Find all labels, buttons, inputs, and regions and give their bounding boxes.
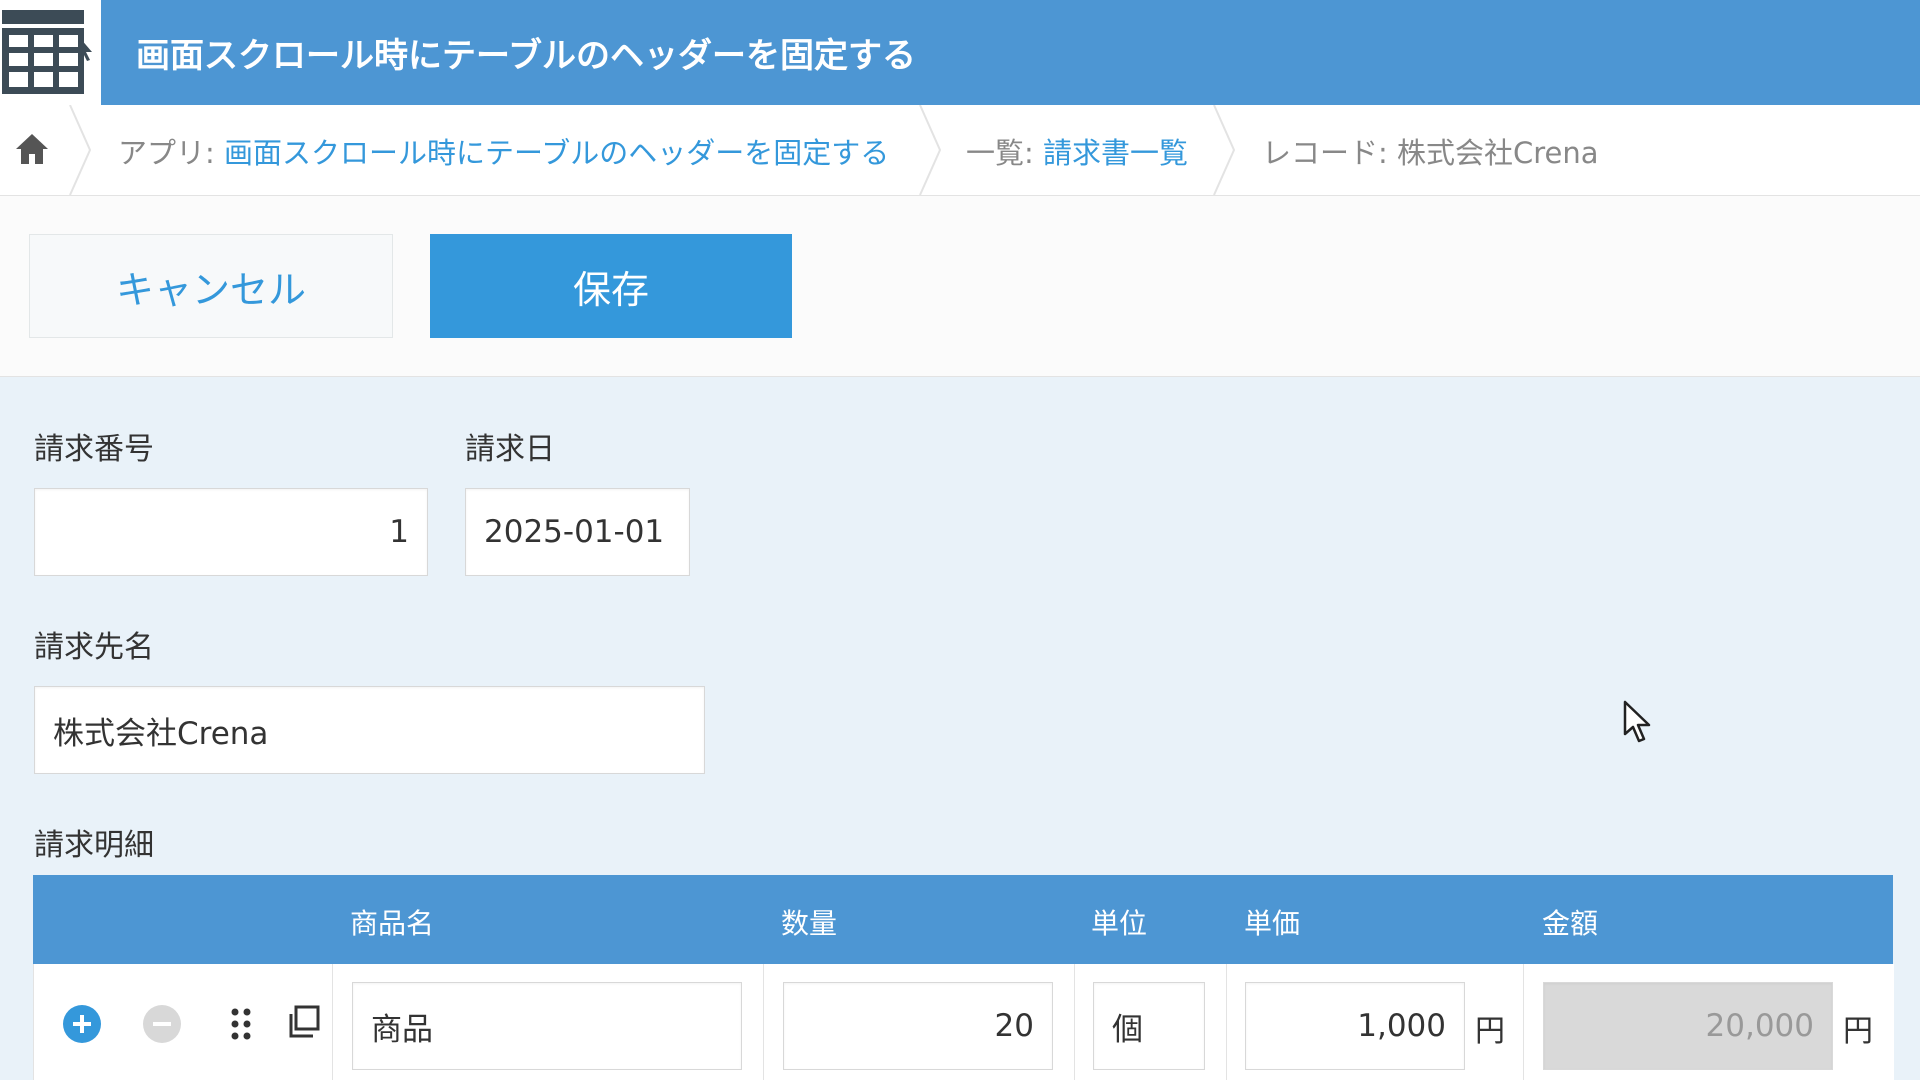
- invoice-date-input[interactable]: 2025-01-01: [465, 488, 690, 576]
- customer-name-label: 請求先名: [34, 630, 154, 665]
- column-header-unit-price: 単価: [1244, 907, 1301, 940]
- cancel-button[interactable]: キャンセル: [29, 234, 393, 338]
- column-header-product: 商品名: [350, 907, 435, 940]
- breadcrumb-app-prefix: アプリ:: [118, 136, 224, 170]
- product-name-input[interactable]: 商品: [352, 982, 742, 1070]
- column-separator: [1074, 964, 1075, 1080]
- breadcrumb-record: レコード: 株式会社Crena: [1262, 130, 1599, 172]
- breadcrumb-record-prefix: レコード:: [1262, 136, 1397, 170]
- app-header: 画面スクロール時にテーブルのヘッダーを固定する: [0, 0, 1920, 105]
- invoice-number-label: 請求番号: [34, 432, 154, 467]
- amount-currency: 円: [1843, 1014, 1873, 1049]
- app-icon: [0, 0, 101, 105]
- invoice-details-label: 請求明細: [34, 828, 154, 863]
- mouse-cursor-icon: [1623, 700, 1651, 743]
- column-header-amount: 金額: [1542, 907, 1599, 940]
- breadcrumb-list-link[interactable]: 請求書一覧: [1043, 136, 1188, 170]
- app-title: 画面スクロール時にテーブルのヘッダーを固定する: [136, 36, 916, 76]
- table-grid-icon: [2, 10, 92, 94]
- breadcrumb: アプリ: 画面スクロール時にテーブルのヘッダーを固定する 一覧: 請求書一覧 レ…: [0, 105, 1920, 196]
- add-row-icon[interactable]: [62, 1004, 102, 1044]
- breadcrumb-app: アプリ: 画面スクロール時にテーブルのヘッダーを固定する: [118, 130, 889, 172]
- amount-output: 20,000: [1543, 982, 1833, 1070]
- table-header: 商品名 数量 単位 単価 金額: [33, 875, 1893, 964]
- column-separator: [1523, 964, 1524, 1080]
- breadcrumb-list: 一覧: 請求書一覧: [966, 130, 1188, 172]
- save-button[interactable]: 保存: [430, 234, 792, 338]
- table-row: 商品 20 個 1,000 円 20,000 円: [33, 964, 1894, 1080]
- home-icon[interactable]: [14, 132, 50, 166]
- unit-input[interactable]: 個: [1093, 982, 1205, 1070]
- copy-row-icon[interactable]: [286, 1004, 322, 1040]
- remove-row-icon[interactable]: [142, 1004, 182, 1044]
- column-header-unit: 単位: [1091, 907, 1148, 940]
- column-separator: [763, 964, 764, 1080]
- breadcrumb-record-name: 株式会社Crena: [1397, 136, 1599, 170]
- quantity-input[interactable]: 20: [783, 982, 1053, 1070]
- invoice-number-input[interactable]: 1: [34, 488, 428, 576]
- breadcrumb-separator-icon: [1213, 105, 1236, 195]
- breadcrumb-list-prefix: 一覧:: [966, 136, 1043, 170]
- column-separator: [1226, 964, 1227, 1080]
- breadcrumb-app-link[interactable]: 画面スクロール時にテーブルのヘッダーを固定する: [224, 136, 889, 170]
- customer-name-input[interactable]: 株式会社Crena: [34, 686, 705, 774]
- drag-handle-icon[interactable]: [228, 1006, 256, 1042]
- column-header-quantity: 数量: [781, 907, 838, 940]
- breadcrumb-separator-icon: [69, 105, 92, 195]
- breadcrumb-separator-icon: [919, 105, 942, 195]
- action-toolbar: キャンセル 保存: [0, 196, 1920, 377]
- unit-price-input[interactable]: 1,000: [1245, 982, 1465, 1070]
- column-separator: [332, 964, 333, 1080]
- unit-price-currency: 円: [1475, 1014, 1505, 1049]
- invoice-date-label: 請求日: [465, 432, 555, 467]
